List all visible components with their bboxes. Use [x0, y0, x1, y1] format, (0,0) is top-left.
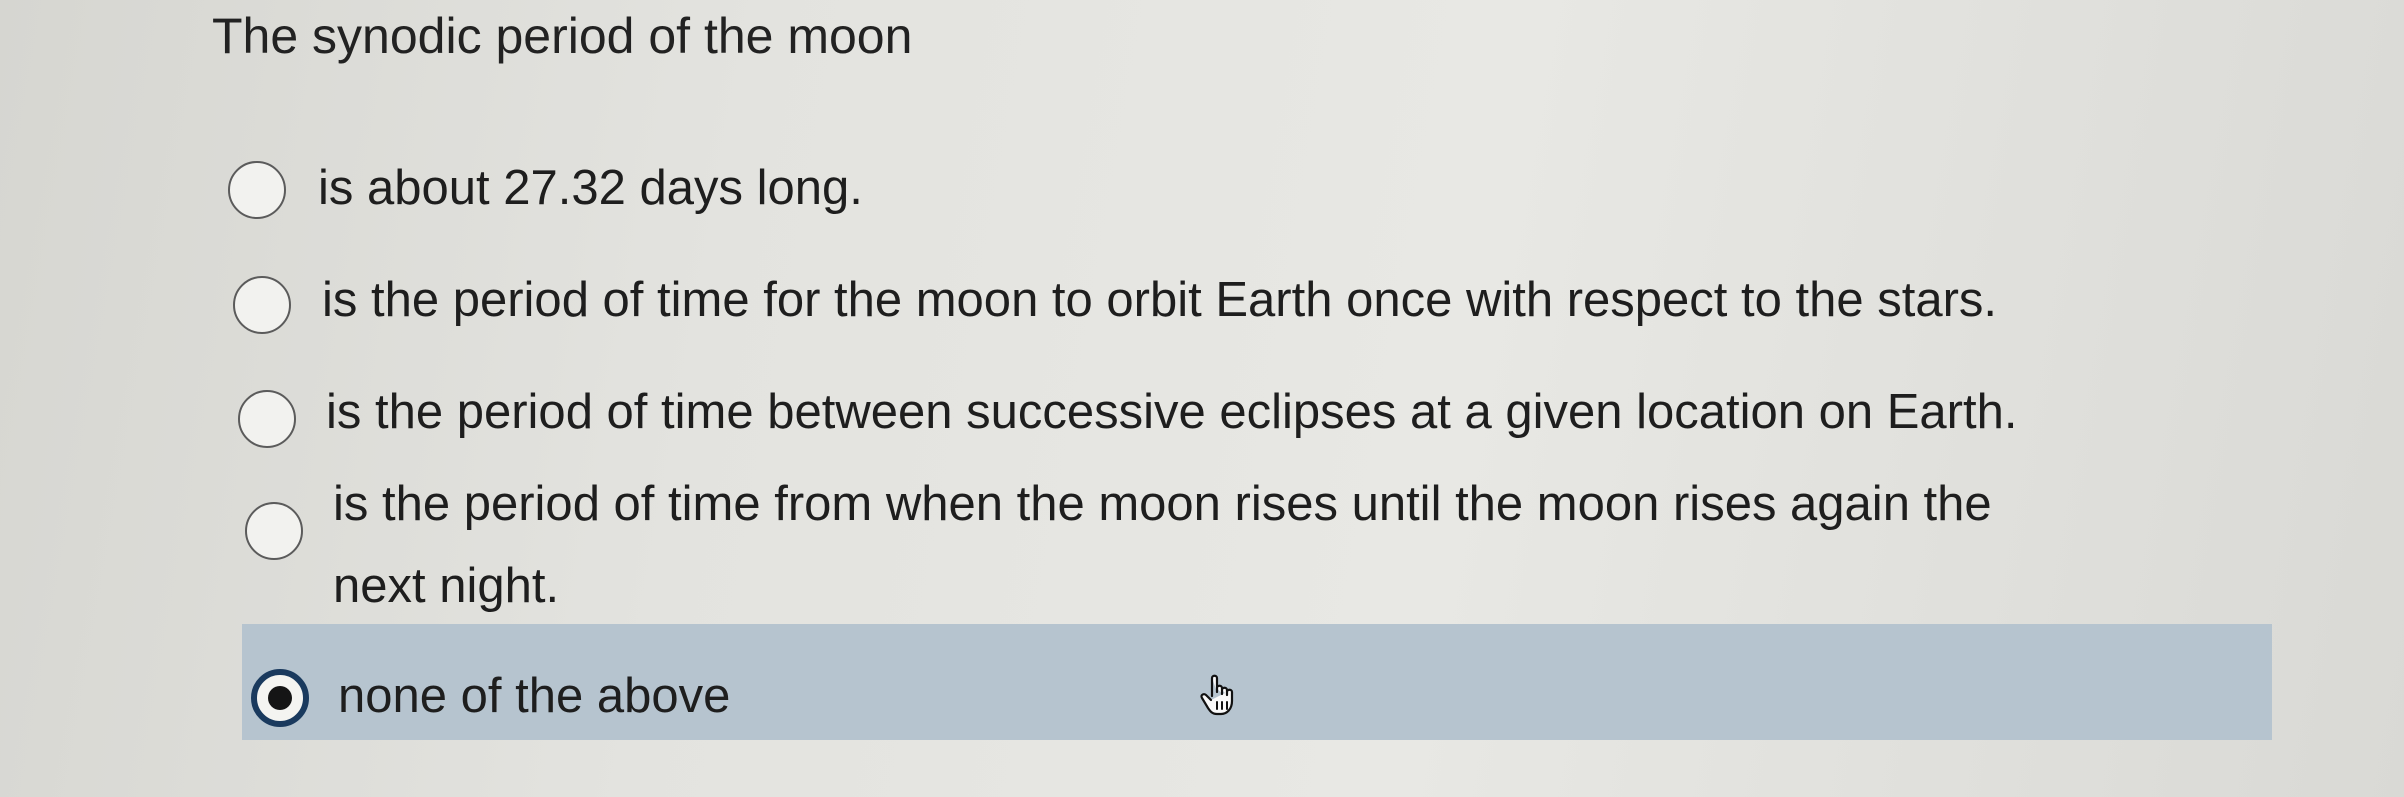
option-5-label: none of the above [338, 669, 731, 723]
radio-button-option-2[interactable] [233, 276, 291, 334]
radio-button-option-3[interactable] [238, 390, 296, 448]
radio-button-option-4[interactable] [245, 502, 303, 560]
question-text: The synodic period of the moon [212, 8, 913, 64]
option-1-label: is about 27.32 days long. [318, 161, 863, 215]
radio-button-option-1[interactable] [228, 161, 286, 219]
hand-pointer-icon [1200, 674, 1234, 716]
option-4-label-line-2: next night. [333, 559, 560, 613]
radio-selected-dot [268, 686, 292, 710]
option-3-label: is the period of time between successive… [326, 385, 2018, 439]
radio-button-option-5-selected[interactable] [251, 669, 309, 727]
option-4-label-line-1: is the period of time from when the moon… [333, 477, 1992, 531]
option-2-label: is the period of time for the moon to or… [322, 273, 1997, 327]
